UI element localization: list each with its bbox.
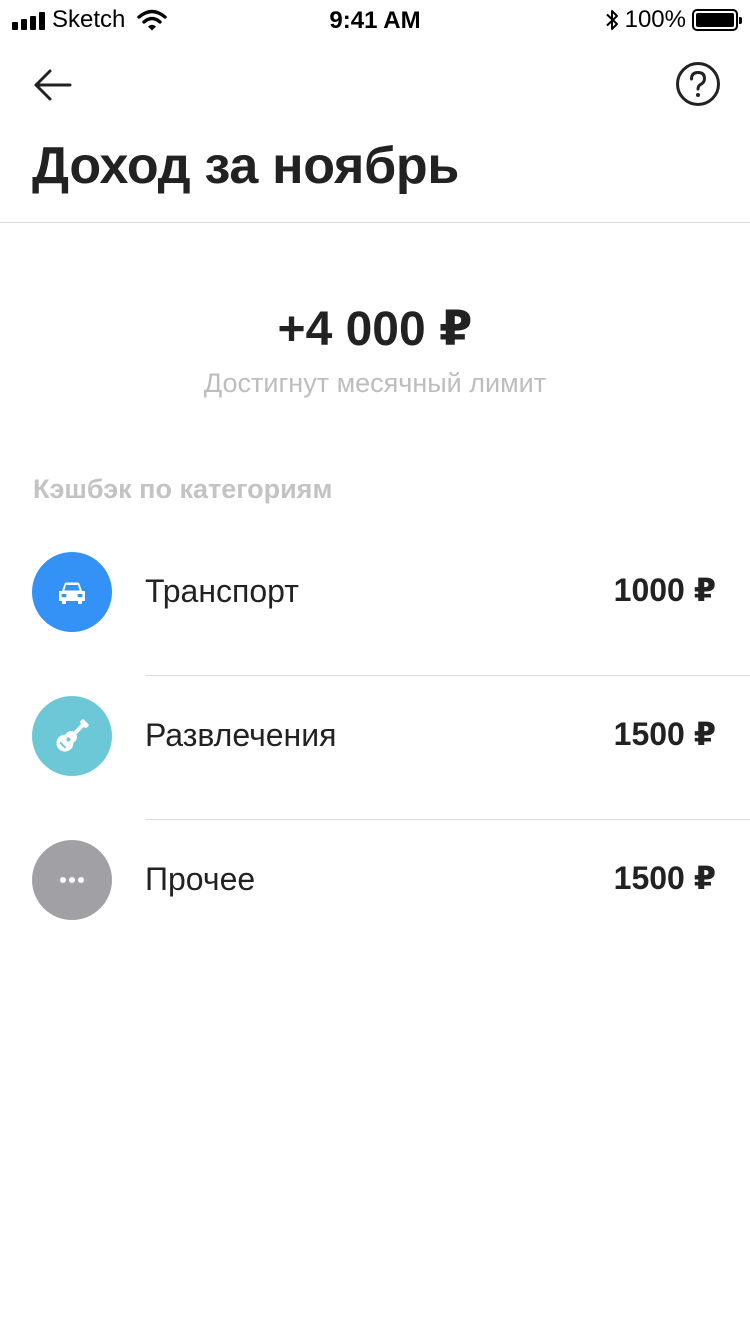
category-row-transport[interactable]: Транспорт 1000 ₽ — [0, 532, 750, 676]
arrow-left-icon — [34, 69, 72, 101]
title-divider — [0, 222, 750, 223]
more-dots-icon — [60, 877, 84, 883]
category-icon-bg — [32, 552, 112, 632]
total-amount: +4 000 ₽ — [277, 303, 473, 356]
battery-icon — [692, 9, 742, 31]
status-right: 100% — [605, 6, 742, 33]
bluetooth-icon — [605, 10, 618, 30]
question-circle-icon — [676, 62, 720, 106]
section-title: Кэшбэк по категориям — [33, 474, 333, 504]
category-value: 1000 ₽ — [613, 572, 716, 608]
limit-note: Достигнут месячный лимит — [203, 368, 547, 398]
category-icon-bg — [32, 840, 112, 920]
back-button[interactable] — [30, 62, 76, 108]
help-button[interactable] — [675, 61, 721, 107]
category-label: Развлечения — [145, 717, 337, 753]
category-row-entertainment[interactable]: Развлечения 1500 ₽ — [0, 676, 750, 820]
category-label: Прочее — [145, 861, 256, 897]
category-value: 1500 ₽ — [613, 860, 716, 896]
category-icon-bg — [32, 696, 112, 776]
page-title: Доход за ноябрь — [32, 137, 460, 195]
guitar-icon — [56, 719, 89, 752]
category-row-other[interactable]: Прочее 1500 ₽ — [0, 820, 750, 964]
status-bar: Sketch 9:41 AM 100% — [0, 0, 750, 40]
car-icon — [59, 582, 85, 604]
category-label: Транспорт — [145, 573, 299, 609]
battery-percent: 100% — [624, 6, 686, 33]
category-value: 1500 ₽ — [613, 716, 716, 752]
screen: Sketch 9:41 AM 100% Доход за ноябрь +4 0… — [0, 0, 750, 1334]
